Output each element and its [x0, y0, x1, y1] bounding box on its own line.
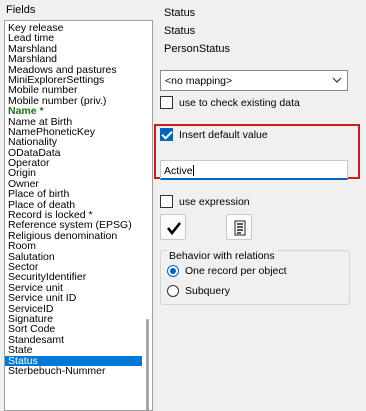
- list-item[interactable]: Key release: [5, 23, 142, 33]
- one-record-radio[interactable]: [167, 265, 179, 277]
- field-settings-panel: Status Status PersonStatus <no mapping> …: [154, 0, 366, 411]
- list-item[interactable]: MiniExplorerSettings: [5, 75, 142, 85]
- list-item[interactable]: ODataData: [5, 148, 142, 158]
- relation-option-one-record[interactable]: One record per object: [167, 265, 287, 277]
- insert-default-checkbox[interactable]: [160, 128, 173, 141]
- relations-group: Behavior with relations One record per o…: [160, 250, 350, 305]
- list-item[interactable]: Place of death: [5, 200, 142, 210]
- check-existing-label: use to check existing data: [179, 96, 300, 109]
- list-item[interactable]: State: [5, 345, 142, 355]
- default-value-input[interactable]: Active: [160, 160, 348, 180]
- default-value-text: Active: [164, 165, 193, 177]
- list-item[interactable]: Reference system (EPSG): [5, 220, 142, 230]
- list-item[interactable]: Sort Code: [5, 324, 142, 334]
- list-item[interactable]: Signature: [5, 314, 142, 324]
- chevron-down-icon: [332, 77, 342, 83]
- use-expression-checkbox[interactable]: [160, 195, 173, 208]
- list-item[interactable]: NamePhoneticKey: [5, 127, 142, 137]
- list-item[interactable]: Service unit: [5, 283, 142, 293]
- list-item[interactable]: Room: [5, 241, 142, 251]
- fields-list: Key release Lead time Marshland Marshland Me…: [5, 23, 142, 376]
- list-item[interactable]: Operator: [5, 158, 142, 168]
- list-item[interactable]: Nationality: [5, 137, 142, 147]
- field-caption: Status: [164, 25, 196, 37]
- list-item[interactable]: SecurityIdentifier: [5, 272, 142, 282]
- list-item[interactable]: Owner: [5, 179, 142, 189]
- insert-default-label: Insert default value: [179, 128, 268, 141]
- list-item[interactable]: Mobile number: [5, 85, 142, 95]
- mapping-dropdown[interactable]: <no mapping>: [160, 70, 348, 91]
- list-item[interactable]: ServiceID: [5, 304, 142, 314]
- text-caret: [192, 165, 194, 176]
- list-item-selected[interactable]: Status: [5, 355, 142, 366]
- field-internal-name: PersonStatus: [164, 43, 231, 55]
- list-item[interactable]: Sector: [5, 262, 142, 272]
- subquery-radio[interactable]: [167, 285, 179, 297]
- subquery-label: Subquery: [185, 285, 230, 297]
- check-existing-checkbox[interactable]: [160, 96, 173, 109]
- field-display-name: Status: [164, 7, 196, 19]
- check-existing-row[interactable]: use to check existing data: [160, 96, 300, 109]
- list-item[interactable]: Service unit ID: [5, 293, 142, 303]
- insert-default-row[interactable]: Insert default value: [160, 128, 268, 141]
- list-item[interactable]: Mobile number (priv.): [5, 96, 142, 106]
- list-item[interactable]: Name *: [5, 106, 142, 116]
- list-item[interactable]: Record is locked *: [5, 210, 142, 220]
- list-item[interactable]: Origin: [5, 168, 142, 178]
- fields-listbox[interactable]: Key release Lead time Marshland Marshland Me…: [4, 20, 153, 411]
- list-item[interactable]: Sterbebuch-Nummer: [5, 366, 142, 376]
- checkmark-icon: [166, 222, 182, 236]
- edit-text-button[interactable]: [226, 214, 252, 240]
- list-item[interactable]: Lead time: [5, 33, 142, 43]
- list-item[interactable]: Meadows and pastures: [5, 65, 142, 75]
- relations-legend: Behavior with relations: [167, 250, 277, 262]
- list-item[interactable]: Salutation: [5, 252, 142, 262]
- list-scrollbar[interactable]: [142, 21, 152, 410]
- scrollbar-thumb[interactable]: [146, 319, 149, 410]
- mapping-dropdown-value: <no mapping>: [165, 75, 233, 87]
- document-lines-icon: [234, 220, 246, 236]
- relation-option-subquery[interactable]: Subquery: [167, 285, 230, 297]
- list-item[interactable]: Standesamt: [5, 335, 142, 345]
- list-item[interactable]: Religious denomination: [5, 231, 142, 241]
- list-item[interactable]: Name at Birth: [5, 117, 142, 127]
- use-expression-row[interactable]: use expression: [160, 195, 250, 208]
- list-item[interactable]: Place of birth: [5, 189, 142, 199]
- list-item[interactable]: Marshland: [5, 54, 142, 64]
- list-item[interactable]: Marshland: [5, 44, 142, 54]
- fields-group-title: Fields: [6, 4, 36, 16]
- one-record-label: One record per object: [185, 265, 287, 277]
- apply-check-button[interactable]: [160, 214, 186, 240]
- use-expression-label: use expression: [179, 195, 250, 208]
